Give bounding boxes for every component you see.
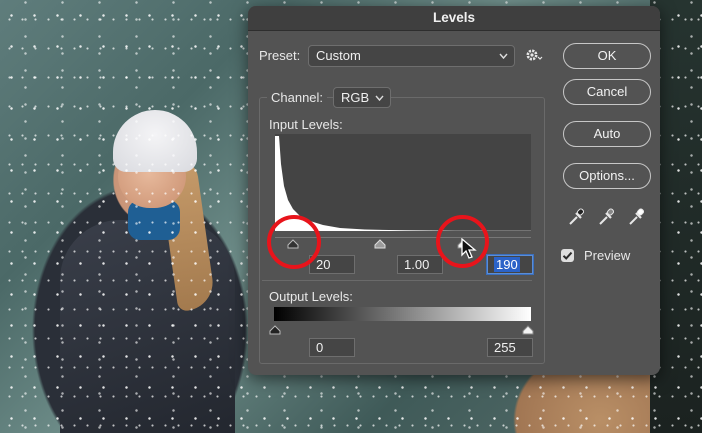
output-gradient-bar — [274, 307, 531, 321]
highlight-ring-black-point — [267, 215, 321, 269]
output-white-value: 255 — [494, 340, 516, 355]
dialog-title: Levels — [248, 6, 660, 31]
preset-value: Custom — [316, 48, 361, 63]
input-black-field[interactable]: 20 — [309, 255, 355, 274]
gamma-slider[interactable] — [374, 236, 386, 254]
output-levels-label: Output Levels: — [269, 289, 353, 304]
checkbox-box — [561, 249, 574, 262]
chevron-down-icon — [499, 46, 508, 74]
preset-select[interactable]: Custom — [308, 45, 515, 67]
channel-value: RGB — [341, 90, 370, 105]
checkmark-icon — [562, 251, 573, 260]
gear-icon[interactable] — [525, 47, 543, 66]
channel-label: Channel: — [271, 90, 324, 105]
white-eyedropper-icon[interactable] — [628, 208, 645, 229]
input-levels-label: Input Levels: — [269, 117, 343, 132]
cursor-arrow-icon — [461, 237, 477, 265]
output-black-field[interactable]: 0 — [309, 338, 355, 357]
chevron-down-icon — [375, 88, 384, 116]
levels-divider — [262, 280, 532, 281]
input-gamma-field[interactable]: 1.00 — [397, 255, 443, 274]
output-white-field[interactable]: 255 — [487, 338, 533, 357]
ok-button[interactable]: OK — [563, 43, 651, 69]
output-black-slider[interactable] — [269, 322, 281, 340]
channel-row: Channel: — [267, 87, 328, 109]
histogram-graph — [275, 136, 531, 231]
preset-label: Preset: — [259, 48, 301, 63]
preview-label: Preview — [584, 248, 631, 263]
input-black-value: 20 — [316, 257, 331, 272]
input-white-value: 190 — [494, 257, 520, 272]
auto-button[interactable]: Auto — [563, 121, 651, 147]
black-eyedropper-icon[interactable] — [568, 208, 585, 229]
output-black-value: 0 — [316, 340, 324, 355]
gray-eyedropper-icon[interactable] — [598, 208, 615, 229]
input-white-field[interactable]: 190 — [487, 255, 533, 274]
input-gamma-value: 1.00 — [404, 257, 430, 272]
histogram — [275, 134, 531, 231]
channel-select[interactable]: RGB — [333, 87, 391, 108]
options-button[interactable]: Options... — [563, 163, 651, 189]
cancel-button[interactable]: Cancel — [563, 79, 651, 105]
